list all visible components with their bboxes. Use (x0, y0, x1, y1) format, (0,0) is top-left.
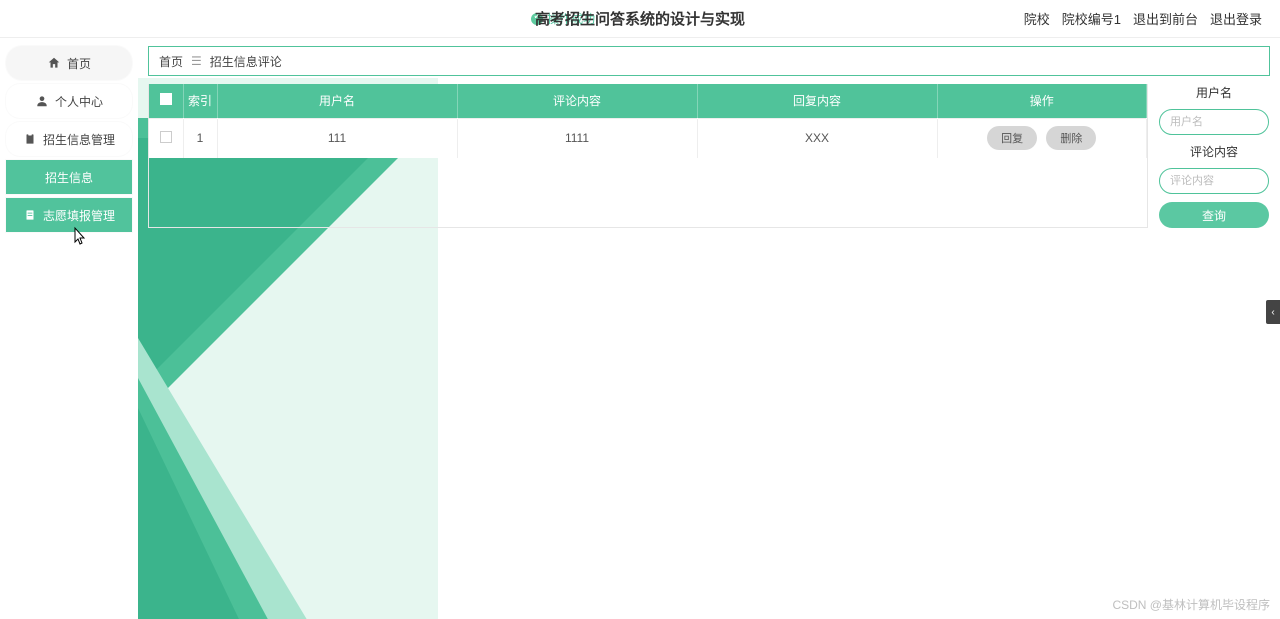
header-reply: 回复内容 (697, 84, 937, 118)
top-right-links: 院校 院校编号1 退出到前台 退出登录 (1024, 9, 1262, 28)
breadcrumb-home[interactable]: 首页 (159, 53, 183, 70)
nav-home-label: 首页 (67, 55, 91, 72)
table-row: 1 111 1111 XXX 回复 删除 (149, 118, 1147, 158)
cell-username: 111 (217, 118, 457, 158)
breadcrumb-current: 招生信息评论 (210, 53, 282, 70)
user-label: 院校编号1 (1062, 9, 1121, 28)
nav-profile-label: 个人中心 (55, 93, 103, 110)
cell-index: 1 (183, 118, 217, 158)
search-query-button[interactable]: 查询 (1159, 202, 1269, 228)
watermark: CSDN @基林计算机毕设程序 (1112, 596, 1270, 613)
cell-comment: 1111 (457, 118, 697, 158)
nav-enroll-info[interactable]: 招生信息 (6, 160, 132, 194)
nav-home[interactable]: 首页 (6, 46, 132, 80)
cell-actions: 回复 删除 (937, 118, 1147, 158)
user-icon (35, 94, 49, 108)
home-icon (47, 56, 61, 70)
nav-enroll-info-label: 招生信息 (45, 169, 93, 186)
comments-table: 索引 用户名 评论内容 回复内容 操作 1 111 1111 (148, 84, 1148, 228)
breadcrumb-separator-icon: ☰ (191, 54, 202, 68)
search-username-input[interactable] (1159, 109, 1269, 135)
nav-profile[interactable]: 个人中心 (6, 84, 132, 118)
content-area: 首页 ☰ 招生信息评论 索引 用户名 评论内容 回复内容 操作 (138, 38, 1280, 619)
delete-button[interactable]: 删除 (1046, 126, 1096, 150)
breadcrumb: 首页 ☰ 招生信息评论 (148, 46, 1270, 76)
cell-reply: XXX (697, 118, 937, 158)
logout-link[interactable]: 退出登录 (1210, 9, 1262, 28)
nav-enroll-mgmt[interactable]: 招生信息管理 (6, 122, 132, 156)
search-username-label: 用户名 (1196, 84, 1232, 101)
search-panel: 用户名 评论内容 查询 (1158, 84, 1270, 228)
nav-enroll-mgmt-label: 招生信息管理 (43, 131, 115, 148)
role-label: 院校 (1024, 9, 1050, 28)
page-title: 高考招生问答系统的设计与实现 (535, 8, 745, 29)
header-action: 操作 (937, 84, 1147, 118)
search-comment-label: 评论内容 (1190, 143, 1238, 160)
clipboard-icon (23, 132, 37, 146)
topbar: 操作成功 高考招生问答系统的设计与实现 院校 院校编号1 退出到前台 退出登录 (0, 0, 1280, 38)
header-comment: 评论内容 (457, 84, 697, 118)
search-comment-input[interactable] (1159, 168, 1269, 194)
reply-button[interactable]: 回复 (987, 126, 1037, 150)
exit-front-link[interactable]: 退出到前台 (1133, 9, 1198, 28)
sidebar: 首页 个人中心 招生信息管理 招生信息 志愿填报管理 (0, 38, 138, 619)
side-panel-toggle[interactable]: ‹ (1266, 300, 1280, 324)
header-username: 用户名 (217, 84, 457, 118)
table-header-row: 索引 用户名 评论内容 回复内容 操作 (149, 84, 1147, 118)
list-icon (23, 208, 37, 222)
nav-wish-mgmt[interactable]: 志愿填报管理 (6, 198, 132, 232)
nav-wish-mgmt-label: 志愿填报管理 (43, 207, 115, 224)
row-checkbox[interactable] (149, 118, 183, 158)
header-checkbox[interactable] (149, 84, 183, 118)
chevron-left-icon: ‹ (1271, 307, 1274, 318)
header-index: 索引 (183, 84, 217, 118)
